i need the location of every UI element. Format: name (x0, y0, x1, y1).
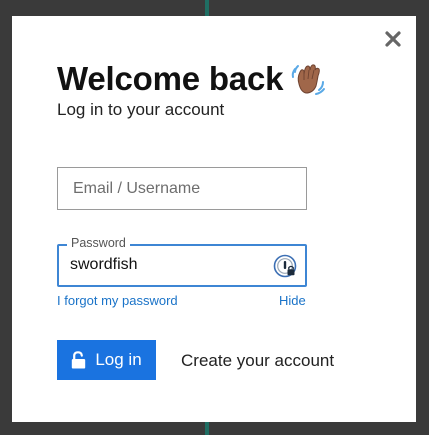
waving-hand-icon (292, 64, 326, 95)
password-manager-icon[interactable] (273, 254, 297, 278)
create-account-link[interactable]: Create your account (181, 351, 334, 371)
modal-title: Welcome back (57, 60, 284, 97)
login-button[interactable]: Log in (57, 340, 156, 380)
password-label: Password (67, 236, 130, 250)
email-field[interactable] (57, 167, 307, 210)
hide-password-link[interactable]: Hide (279, 293, 306, 308)
close-icon (385, 31, 401, 47)
password-field-wrapper: Password (57, 236, 307, 287)
title-row: Welcome back (57, 60, 327, 98)
password-field[interactable] (70, 256, 260, 274)
login-modal: Welcome back Log in to your account Pass… (12, 16, 416, 422)
login-button-label: Log in (95, 350, 142, 369)
unlock-icon (72, 351, 86, 369)
backdrop-accent-bar (205, 420, 209, 435)
forgot-password-link[interactable]: I forgot my password (57, 293, 178, 308)
modal-subtitle: Log in to your account (57, 100, 225, 119)
close-button[interactable] (382, 28, 404, 50)
